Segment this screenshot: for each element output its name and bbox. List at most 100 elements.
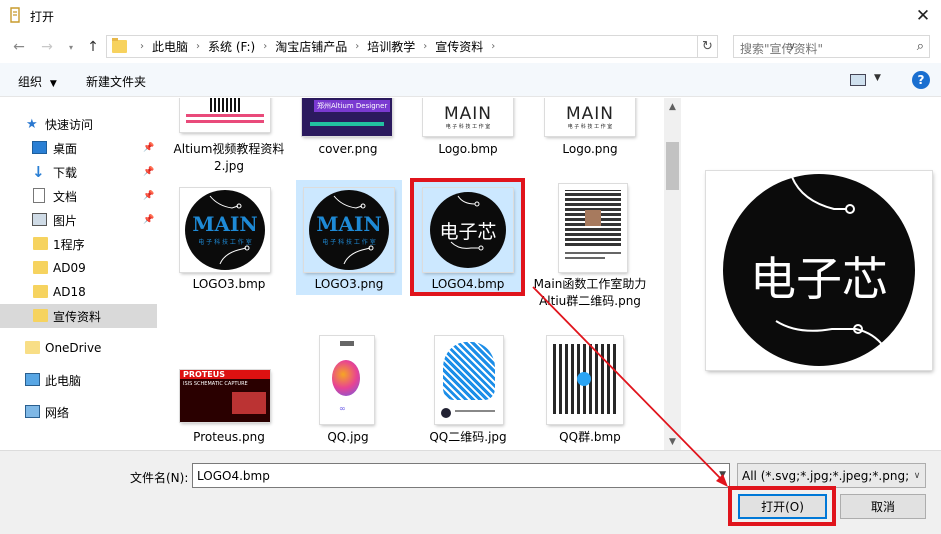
file-thumbnail bbox=[559, 184, 627, 272]
file-item[interactable]: Altium视频教程资料2.jpg bbox=[174, 98, 286, 178]
app-icon bbox=[10, 7, 20, 23]
command-bar: 组织 ▼ 新建文件夹 ▼ ? bbox=[0, 63, 941, 97]
refresh-button[interactable]: ↻ bbox=[698, 35, 718, 58]
avatar bbox=[441, 408, 451, 418]
file-item[interactable]: MAIN 电 子 科 技 工 作 室 Logo.bmp bbox=[413, 98, 523, 158]
sidebar-item-label: 文档 bbox=[53, 189, 78, 204]
pin-icon[interactable]: 📌 bbox=[143, 191, 154, 201]
chevron-right-icon[interactable]: › bbox=[491, 41, 495, 52]
thumb-header bbox=[340, 341, 354, 346]
sidebar-item-desktop[interactable]: 桌面 📌 bbox=[0, 136, 157, 160]
sidebar-item-this-pc[interactable]: 此电脑 bbox=[0, 368, 157, 392]
file-item[interactable]: Main函数工作室助力Altiu群二维码.png bbox=[533, 180, 646, 330]
sidebar-item-onedrive[interactable]: OneDrive bbox=[0, 336, 157, 360]
sidebar-item-label: 图片 bbox=[53, 213, 78, 228]
file-item[interactable]: MAIN 电 子 科 技 工 作 室 LOGO3.png bbox=[296, 180, 406, 300]
breadcrumb-item[interactable]: 淘宝店铺产品 bbox=[275, 38, 347, 55]
sidebar-item-label: 网络 bbox=[45, 405, 70, 420]
sidebar-item-folder[interactable]: AD09 bbox=[0, 256, 157, 280]
file-name: Main函数工作室助力Altiu群二维码.png bbox=[533, 277, 647, 308]
cancel-button[interactable]: 取消 bbox=[840, 494, 926, 519]
scroll-up-icon[interactable]: ▲ bbox=[664, 98, 681, 115]
open-button[interactable]: 打开(O) bbox=[738, 494, 827, 519]
file-name: Altium视频教程资料2.jpg bbox=[173, 142, 285, 173]
file-item[interactable]: ∞ QQ.jpg bbox=[296, 336, 406, 450]
sidebar-item-pictures[interactable]: 图片 📌 bbox=[0, 208, 157, 232]
file-item[interactable]: QQ二维码.jpg bbox=[413, 336, 523, 450]
file-thumbnail: PROTEUS ISIS SCHEMATIC CAPTURE bbox=[180, 370, 270, 422]
file-item[interactable]: MAIN 电 子 科 技 工 作 室 LOGO3.bmp bbox=[176, 180, 286, 300]
file-type-select[interactable]: All (*.svg;*.jpg;*.jpeg;*.png;*.i ∨ bbox=[737, 463, 926, 488]
vertical-scrollbar[interactable]: ▲ ▼ bbox=[664, 98, 681, 450]
thumb-title: MAIN bbox=[565, 104, 615, 124]
filename-input[interactable]: LOGO4.bmp ▼ bbox=[192, 463, 730, 488]
sidebar-item-folder[interactable]: AD18 bbox=[0, 280, 157, 304]
thumb-text-line bbox=[455, 410, 495, 412]
cloud-folder-icon bbox=[25, 341, 40, 354]
breadcrumb: › 此电脑 › 系统 (F:) › 淘宝店铺产品 › 培训教学 › 宣传资料 › bbox=[132, 36, 503, 57]
file-item[interactable]: MAIN 电 子 科 技 工 作 室 Logo.png bbox=[533, 98, 643, 158]
organize-button[interactable]: 组织 ▼ bbox=[18, 73, 57, 90]
view-dropdown-icon[interactable]: ▼ bbox=[874, 73, 881, 83]
file-name: Logo.png bbox=[562, 142, 618, 156]
file-item[interactable]: 郑州Altium Designer cover.png bbox=[296, 98, 406, 158]
help-icon[interactable]: ? bbox=[912, 71, 930, 89]
qr-code-icon bbox=[210, 98, 240, 112]
recent-locations-button[interactable]: ▾ bbox=[64, 38, 78, 56]
infinity-icon: ∞ bbox=[339, 404, 346, 413]
chevron-right-icon[interactable]: › bbox=[423, 41, 427, 52]
network-icon bbox=[25, 405, 40, 418]
chevron-right-icon[interactable]: › bbox=[355, 41, 359, 52]
sidebar-item-label: 宣传资料 bbox=[53, 309, 102, 324]
sidebar-item-downloads[interactable]: ↓ 下载 📌 bbox=[0, 160, 157, 184]
sidebar-item-folder[interactable]: 1程序 bbox=[0, 232, 157, 256]
breadcrumb-item[interactable]: 培训教学 bbox=[367, 38, 415, 55]
file-thumbnail bbox=[435, 336, 503, 424]
computer-icon bbox=[25, 373, 40, 386]
pin-icon[interactable]: 📌 bbox=[143, 215, 154, 225]
breadcrumb-item[interactable]: 宣传资料 bbox=[435, 38, 483, 55]
folder-icon bbox=[33, 285, 48, 298]
sidebar-item-documents[interactable]: 文档 📌 bbox=[0, 184, 157, 208]
sidebar-item-quick-access[interactable]: ★ 快速访问 bbox=[0, 112, 157, 136]
file-thumbnail: ∞ bbox=[320, 336, 374, 424]
navigation-pane: ★ 快速访问 桌面 📌 ↓ 下载 📌 文档 📌 图片 📌 1程序 AD09 AD… bbox=[0, 98, 157, 450]
file-item[interactable]: QQ群.bmp bbox=[533, 336, 643, 450]
file-thumbnail: MAIN 电 子 科 技 工 作 室 bbox=[423, 98, 513, 136]
thumb-subtitle: ISIS SCHEMATIC CAPTURE bbox=[183, 381, 248, 387]
document-icon bbox=[33, 188, 45, 203]
folder-icon bbox=[33, 237, 48, 250]
up-button[interactable]: ↑ bbox=[84, 38, 102, 56]
file-item[interactable]: PROTEUS ISIS SCHEMATIC CAPTURE Proteus.p… bbox=[176, 336, 286, 450]
back-button[interactable]: ← bbox=[10, 38, 28, 56]
file-name: LOGO3.bmp bbox=[192, 277, 266, 291]
thumb-title: PROTEUS bbox=[183, 370, 226, 379]
sidebar-item-network[interactable]: 网络 bbox=[0, 400, 157, 424]
chevron-down-icon[interactable]: ▼ bbox=[719, 470, 726, 480]
preview-pane: 电子芯 bbox=[682, 98, 941, 450]
avatar bbox=[585, 210, 601, 226]
chevron-right-icon[interactable]: › bbox=[196, 41, 200, 52]
breadcrumb-item[interactable]: 系统 (F:) bbox=[208, 38, 255, 55]
thumb-stripe bbox=[310, 122, 384, 126]
refresh-icon: ↻ bbox=[702, 39, 713, 54]
search-input[interactable]: 搜索"宣传资料" ⌕ bbox=[733, 35, 930, 58]
thumb-image bbox=[232, 392, 266, 414]
view-mode-icon[interactable] bbox=[850, 74, 866, 86]
qr-code-icon bbox=[443, 342, 495, 400]
chevron-down-icon: ▾ bbox=[68, 42, 73, 52]
scrollbar-thumb[interactable] bbox=[666, 142, 679, 190]
chevron-right-icon[interactable]: › bbox=[263, 41, 267, 52]
close-button[interactable]: ✕ bbox=[905, 0, 941, 31]
new-folder-button[interactable]: 新建文件夹 bbox=[86, 73, 146, 90]
thumb-title: MAIN bbox=[443, 104, 493, 124]
pin-icon[interactable]: 📌 bbox=[143, 143, 154, 153]
scroll-down-icon[interactable]: ▼ bbox=[664, 433, 681, 450]
filename-label: 文件名(N): bbox=[130, 471, 189, 485]
address-bar[interactable]: › 此电脑 › 系统 (F:) › 淘宝店铺产品 › 培训教学 › 宣传资料 ›… bbox=[106, 35, 796, 58]
breadcrumb-item[interactable]: 此电脑 bbox=[152, 38, 188, 55]
pin-icon[interactable]: 📌 bbox=[143, 167, 154, 177]
sidebar-item-folder-selected[interactable]: 宣传资料 bbox=[0, 304, 157, 328]
sidebar-item-label: 桌面 bbox=[53, 141, 78, 156]
forward-button[interactable]: → bbox=[38, 38, 56, 56]
